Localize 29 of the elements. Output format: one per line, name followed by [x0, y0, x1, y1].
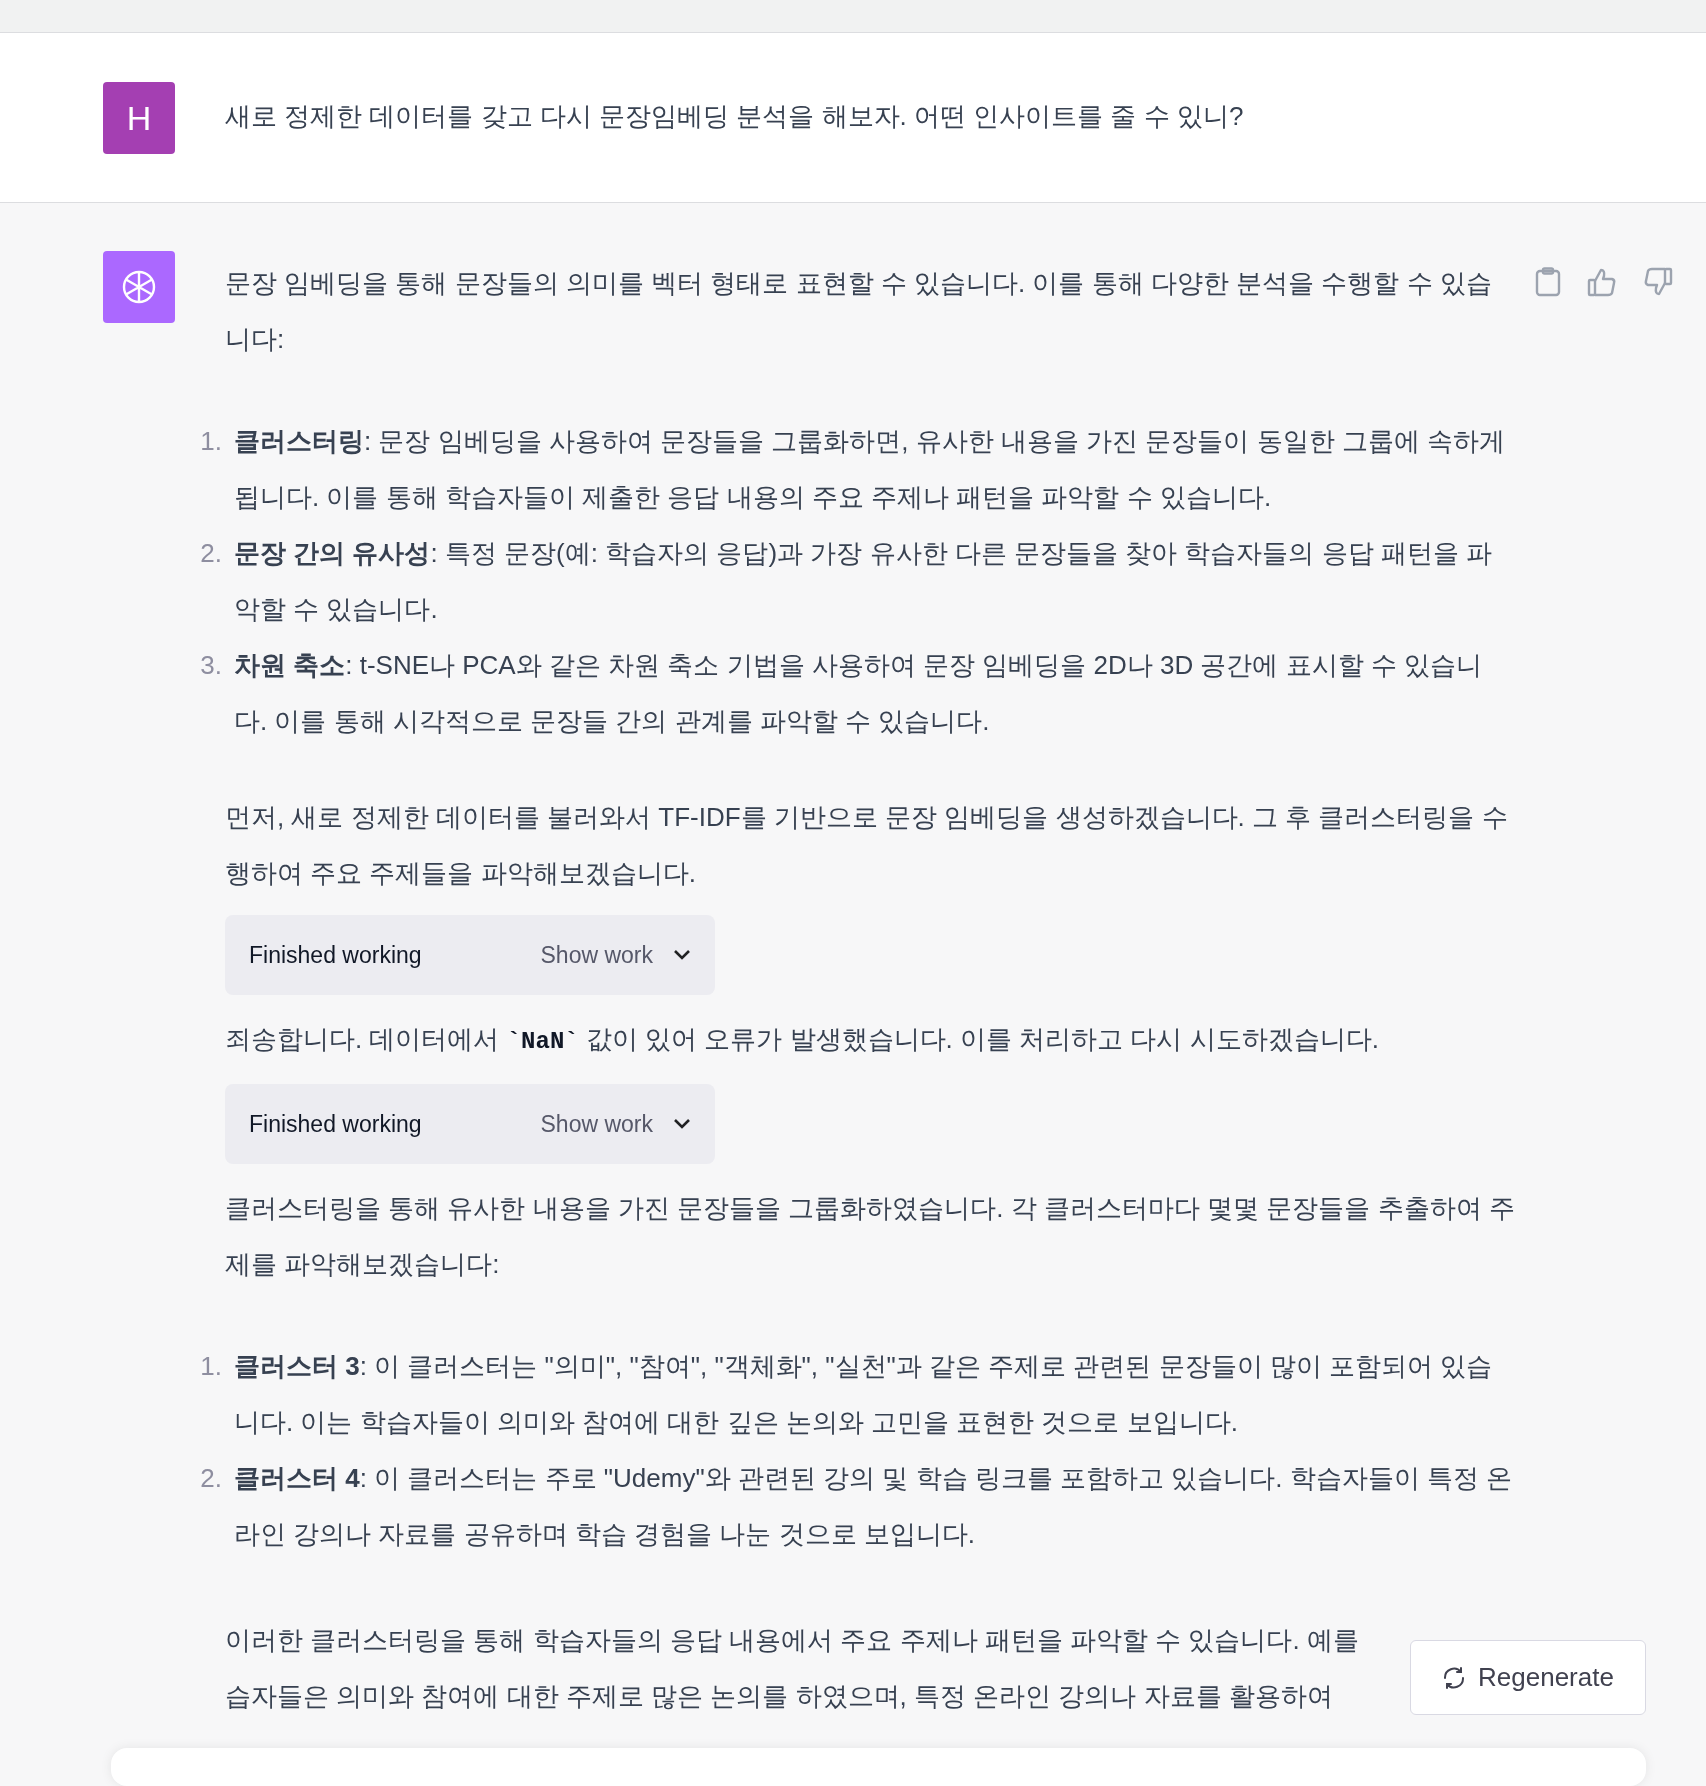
list-number: 3. — [199, 649, 223, 682]
chevron-down-icon — [673, 1118, 691, 1130]
list-item-text: 문장 간의 유사성: 특정 문장(예: 학습자의 응답)과 가장 유사한 다른 문장들을 찾아 학습자들의 응답 패턴을 파악할 수 있습니다. — [234, 537, 1494, 626]
show-work-toggle[interactable]: Show work — [540, 1106, 691, 1142]
list-number: 1. — [199, 1350, 223, 1383]
text-line: 습자들은 의미와 참여에 대한 주제로 많은 논의를 하였으며, 특정 온라인 강의나 자료를 활용하여 — [225, 1680, 1333, 1713]
chevron-down-icon — [673, 949, 691, 961]
thumbs-up-icon[interactable] — [1587, 267, 1617, 297]
thumbs-down-icon[interactable] — [1643, 267, 1673, 297]
list-item-text: 차원 축소: t-SNE나 PCA와 같은 차원 축소 기법을 사용하여 문장 임베딩을 2D나 3D 공간에 표시할 수 있습니다. 이를 통해 시각적으로 문장들 간의 관계를 파악할 수 있습니다. — [234, 649, 1484, 738]
list-item-text: 클러스터 3: 이 클러스터는 "의미", "참여", "객체화", "실천"과 같은 주제로 관련된 문장들이 많이 포함되어 있습니다. 이는 학습자들이 의미와 참여에 대한 깊은 논의와 고민을 표현한 것으로 보입니다. — [234, 1350, 1494, 1439]
regenerate-button[interactable]: Regenerate — [1410, 1640, 1646, 1715]
list-item-text: 클러스터링: 문장 임베딩을 사용하여 문장들을 그룹화하면, 유사한 내용을 가진 문장들이 동일한 그룹에 속하게 됩니다. 이를 통해 학습자들이 제출한 응답 내용의 주요 주제나 패턴을 파악할 수 있습니다. — [234, 425, 1507, 514]
paragraph: 클러스터링을 통해 유사한 내용을 가진 문장들을 그룹화하였습니다. 각 클러스터마다 몇몇 문장들을 추출하여 주제를 파악해보겠습니다: — [225, 1192, 1515, 1281]
status-text: Finished working — [249, 940, 422, 970]
clipboard-icon[interactable] — [1535, 267, 1561, 297]
paragraph: 죄송합니다. 데이터에서 `NaN` 값이 있어 오류가 발생했습니다. 이를 처리하고 다시 시도하겠습니다. — [225, 1023, 1380, 1057]
refresh-icon — [1442, 1665, 1467, 1690]
status-text: Finished working — [249, 1109, 422, 1139]
user-message: 새로 정제한 데이터를 갖고 다시 문장임베딩 분석을 해보자. 어떤 인사이트를 줄 수 있니? — [225, 100, 1244, 133]
text-line: 이러한 클러스터링을 통해 학습자들의 응답 내용에서 주요 주제나 패턴을 파악할 수 있습니다. 예를 — [225, 1624, 1359, 1657]
list-number: 2. — [199, 537, 223, 570]
user-avatar: H — [103, 82, 175, 154]
list-number: 2. — [199, 1462, 223, 1495]
paragraph: 문장 임베딩을 통해 문장들의 의미를 벡터 형태로 표현할 수 있습니다. 이를 통해 다양한 분석을 수행할 수 있습니다: — [225, 267, 1493, 356]
show-work-toggle[interactable]: Show work — [540, 937, 691, 973]
list-number: 1. — [199, 425, 223, 458]
paragraph: 먼저, 새로 정제한 데이터를 불러와서 TF-IDF를 기반으로 문장 임베딩을 생성하겠습니다. 그 후 클러스터링을 수행하여 주요 주제들을 파악해보겠습니다. — [225, 801, 1509, 890]
list-item-text: 클러스터 4: 이 클러스터는 주로 "Udemy"와 관련된 강의 및 학습 링크를 포함하고 있습니다. 학습자들이 특정 온라인 강의나 자료를 공유하며 학습 경험을 나눈 것으로 보입니다. — [234, 1462, 1514, 1551]
